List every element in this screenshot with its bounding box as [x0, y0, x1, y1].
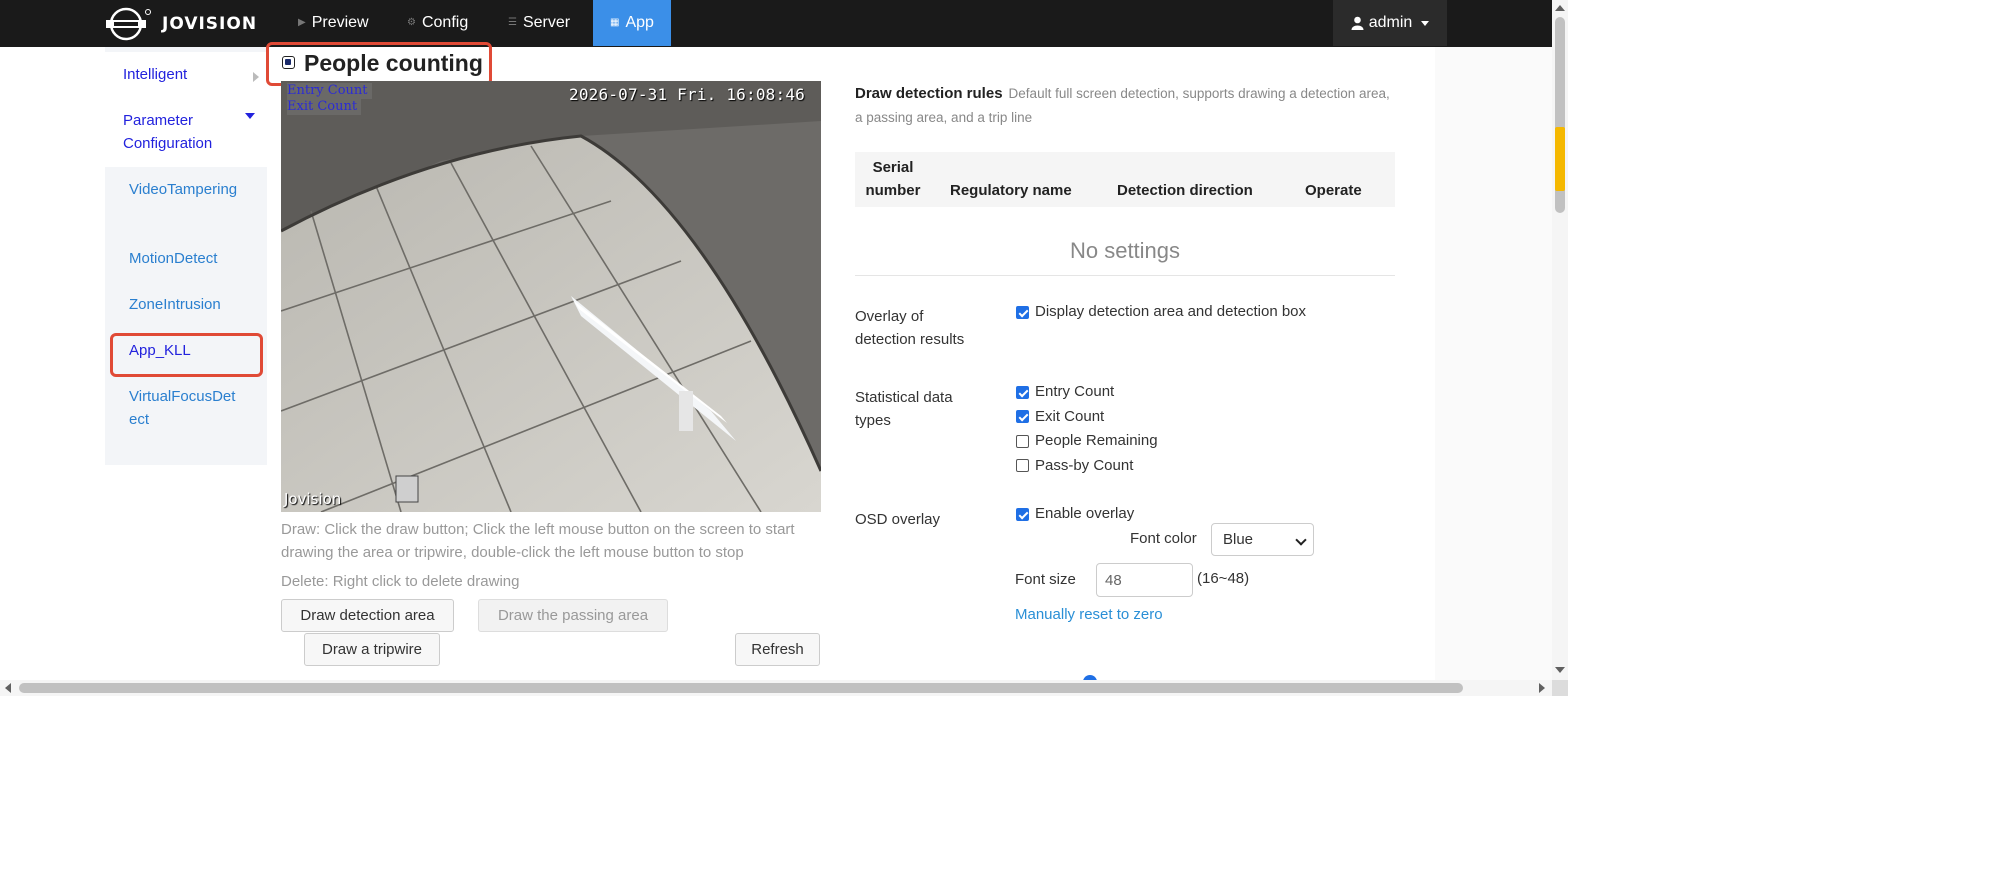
table-divider — [855, 275, 1395, 276]
chevron-down-icon — [1295, 534, 1307, 546]
jovision-logo-icon — [106, 7, 151, 41]
osd-overlay-label: OSD overlay — [855, 511, 941, 528]
col-operate: Operate — [1305, 182, 1362, 199]
caret-down-icon — [245, 113, 255, 119]
overlay-results-label: Overlay of detection results — [855, 308, 965, 348]
stat-types-label: Statistical data types — [855, 389, 953, 429]
highlight-box-title — [266, 42, 492, 86]
entry-count-option: Entry Count — [1035, 383, 1115, 400]
font-color-select[interactable]: Blue — [1211, 523, 1314, 556]
draw-detection-area-button[interactable]: Draw detection area — [281, 599, 454, 632]
scroll-down-arrow-icon[interactable] — [1555, 667, 1565, 673]
font-size-value: 48 — [1105, 571, 1122, 589]
grid-icon: ▦ — [610, 17, 620, 28]
draw-instructions: Draw: Click the draw button; Click the l… — [281, 521, 795, 561]
sidebar-section-label: Intelligent — [123, 66, 188, 83]
refresh-button[interactable]: Refresh — [735, 633, 820, 666]
nav-server[interactable]: ☰ Server — [508, 0, 570, 46]
enable-overlay-checkbox[interactable] — [1016, 508, 1029, 521]
nav-app-label: App — [625, 14, 654, 31]
scrollbar-corner — [1552, 680, 1568, 696]
sidebar-item-virtualfocusdetect[interactable]: VirtualFocusDetect — [129, 385, 241, 431]
font-size-label: Font size — [1015, 571, 1076, 588]
delete-instructions: Delete: Right click to delete drawing — [281, 573, 520, 590]
enable-overlay-option: Enable overlay — [1035, 505, 1135, 522]
font-color-value: Blue — [1223, 531, 1254, 548]
sidebar-item-zoneintrusion[interactable]: ZoneIntrusion — [129, 293, 241, 316]
manual-reset-link[interactable]: Manually reset to zero — [1015, 603, 1165, 626]
nav-preview-label: Preview — [311, 14, 369, 31]
exit-count-checkbox[interactable] — [1016, 410, 1029, 423]
col-regulatory-name: Regulatory name — [950, 182, 1072, 199]
sidebar-section-intelligent[interactable]: Intelligent — [105, 52, 267, 98]
horizontal-scrollbar-thumb[interactable] — [19, 683, 1463, 693]
brand-name: JOVISION — [162, 14, 258, 34]
list-icon: ☰ — [508, 17, 517, 28]
rules-table-header: Serial number Regulatory name Detection … — [855, 152, 1395, 207]
empty-state-text: No settings — [1069, 238, 1181, 263]
camera-frame-image — [281, 81, 821, 512]
play-icon: ▶ — [298, 17, 306, 28]
right-gutter — [1435, 47, 1552, 680]
nav-preview[interactable]: ▶ Preview — [298, 0, 369, 46]
osd-entry-count: Entry Count — [287, 83, 372, 99]
sidebar-section-parameter-configuration[interactable]: Parameter Configuration — [105, 98, 267, 167]
exit-count-option: Exit Count — [1035, 408, 1105, 425]
overlay-results-option: Display detection area and detection box — [1035, 303, 1307, 320]
sidebar-item-motiondetect[interactable]: MotionDetect — [129, 247, 241, 270]
user-icon — [1351, 16, 1364, 30]
col-serial-number: Serial number — [865, 159, 921, 199]
nav-config-label: Config — [421, 14, 469, 31]
user-name: admin — [1368, 14, 1413, 31]
sidebar-item-videotampering[interactable]: VideoTampering — [129, 178, 241, 201]
gear-icon: ⚙ — [407, 17, 416, 28]
pass-by-count-option: Pass-by Count — [1035, 457, 1134, 474]
osd-timestamp: 2026-07-31 Fri. 16:08:46 — [569, 85, 805, 104]
draw-tripwire-button[interactable]: Draw a tripwire — [304, 633, 440, 666]
people-remaining-option: People Remaining — [1035, 432, 1158, 449]
osd-exit-count: Exit Count — [287, 99, 362, 115]
nav-app[interactable]: ▦ App — [593, 0, 671, 46]
osd-watermark: Jovision — [284, 490, 342, 508]
font-size-range: (16~48) — [1197, 570, 1250, 587]
scroll-marker — [1555, 127, 1565, 191]
scroll-up-arrow-icon[interactable] — [1555, 5, 1565, 11]
nav-server-label: Server — [522, 14, 571, 31]
user-menu[interactable]: admin — [1333, 0, 1447, 46]
overlay-results-checkbox[interactable] — [1016, 306, 1029, 319]
chevron-right-icon — [253, 72, 259, 82]
video-preview[interactable]: Entry Count Exit Count 2026-07-31 Fri. 1… — [281, 81, 821, 512]
rules-title: Draw detection rules — [855, 85, 1003, 102]
scroll-right-arrow-icon[interactable] — [1539, 683, 1545, 693]
chevron-down-icon — [1421, 20, 1430, 26]
sidebar-section-label: Parameter Configuration — [123, 112, 213, 152]
brand-logo[interactable]: JOVISION — [104, 6, 257, 42]
pass-by-count-checkbox[interactable] — [1016, 459, 1029, 472]
entry-count-checkbox[interactable] — [1016, 386, 1029, 399]
scroll-left-arrow-icon[interactable] — [5, 683, 11, 693]
nav-config[interactable]: ⚙ Config — [407, 0, 468, 46]
people-remaining-checkbox[interactable] — [1016, 435, 1029, 448]
highlight-box-app-kll — [110, 333, 263, 377]
top-navbar: JOVISION ▶ Preview ⚙ Config ☰ Server ▦ A… — [0, 0, 1552, 47]
font-size-input[interactable]: 48 — [1096, 563, 1193, 597]
font-color-label: Font color — [1130, 530, 1197, 547]
draw-passing-area-button[interactable]: Draw the passing area — [478, 599, 668, 632]
col-detection-direction: Detection direction — [1117, 182, 1253, 199]
rules-header: Draw detection rules Default full screen … — [855, 82, 1395, 130]
